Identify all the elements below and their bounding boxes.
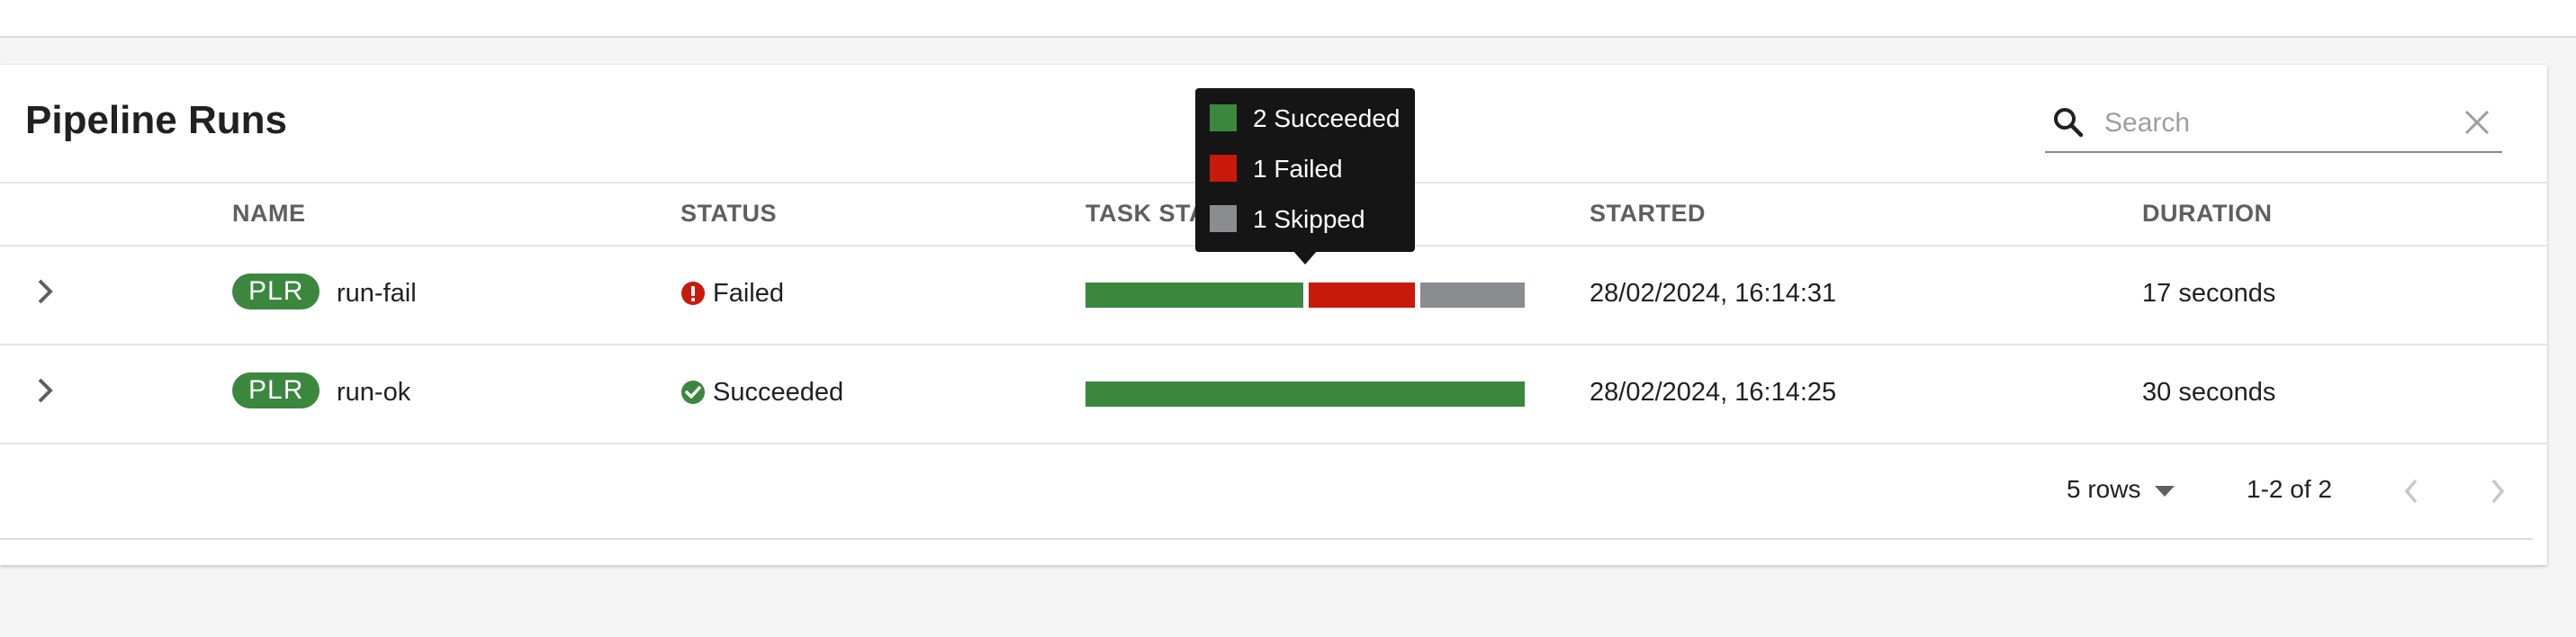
tooltip-label: 2 Succeeded: [1253, 104, 1401, 132]
table-row[interactable]: PLR run-ok Succeeded 28/02/2024, 16:14:2…: [0, 345, 2547, 443]
plr-badge: PLR: [232, 274, 320, 310]
succeeded-swatch: [1210, 104, 1237, 131]
failed-swatch: [1210, 155, 1237, 182]
started-time: 28/02/2024, 16:14:25: [1590, 378, 1837, 407]
column-header-status[interactable]: STATUS: [680, 200, 777, 228]
task-status-tooltip: 2 Succeeded 1 Failed 1 Skipped: [1195, 88, 1415, 265]
top-header-strip: [0, 0, 2576, 38]
task-bar-succeeded[interactable]: [1085, 283, 1303, 308]
pagination-range: 1-2 of 2: [2247, 475, 2332, 503]
rows-per-page-value: 5 rows: [2067, 475, 2141, 503]
page-title: Pipeline Runs: [25, 98, 287, 142]
caret-down-icon: [2155, 486, 2175, 497]
search-input[interactable]: [2103, 103, 2430, 144]
started-time: 28/02/2024, 16:14:31: [1590, 279, 1837, 308]
task-bar-skipped[interactable]: [1420, 283, 1525, 308]
error-circle-icon: [681, 282, 705, 305]
chevron-right-icon[interactable]: [2484, 477, 2509, 506]
check-circle-icon: [681, 381, 705, 404]
row-divider: [0, 443, 2547, 444]
plr-badge: PLR: [232, 372, 320, 408]
table-bottom-border: [0, 538, 2533, 540]
search-icon: [2054, 108, 2084, 138]
run-name-link[interactable]: run-fail: [337, 275, 417, 311]
chevron-right-icon[interactable]: [27, 274, 63, 310]
tooltip-label: 1 Failed: [1253, 155, 1343, 183]
column-header-duration[interactable]: DURATION: [2142, 200, 2272, 228]
table-row[interactable]: PLR run-fail Failed 28/02/2024, 16:14:31…: [0, 247, 2547, 344]
duration-text: 17 seconds: [2142, 279, 2276, 308]
column-header-name[interactable]: NAME: [232, 200, 306, 228]
task-bar-failed[interactable]: [1309, 283, 1415, 308]
tooltip-arrow: [1293, 250, 1318, 265]
skipped-swatch: [1210, 205, 1237, 232]
column-header-started[interactable]: STARTED: [1590, 200, 1706, 228]
close-icon[interactable]: [2463, 108, 2491, 137]
tooltip-label: 1 Skipped: [1253, 205, 1365, 233]
task-bar-succeeded[interactable]: [1085, 381, 1525, 407]
run-name-link[interactable]: run-ok: [337, 374, 410, 410]
status-text: Failed: [713, 279, 784, 308]
status-text: Succeeded: [713, 378, 844, 407]
search-box[interactable]: [2045, 97, 2502, 153]
chevron-left-icon[interactable]: [2400, 477, 2425, 506]
duration-text: 30 seconds: [2142, 378, 2276, 407]
chevron-right-icon[interactable]: [27, 372, 63, 408]
